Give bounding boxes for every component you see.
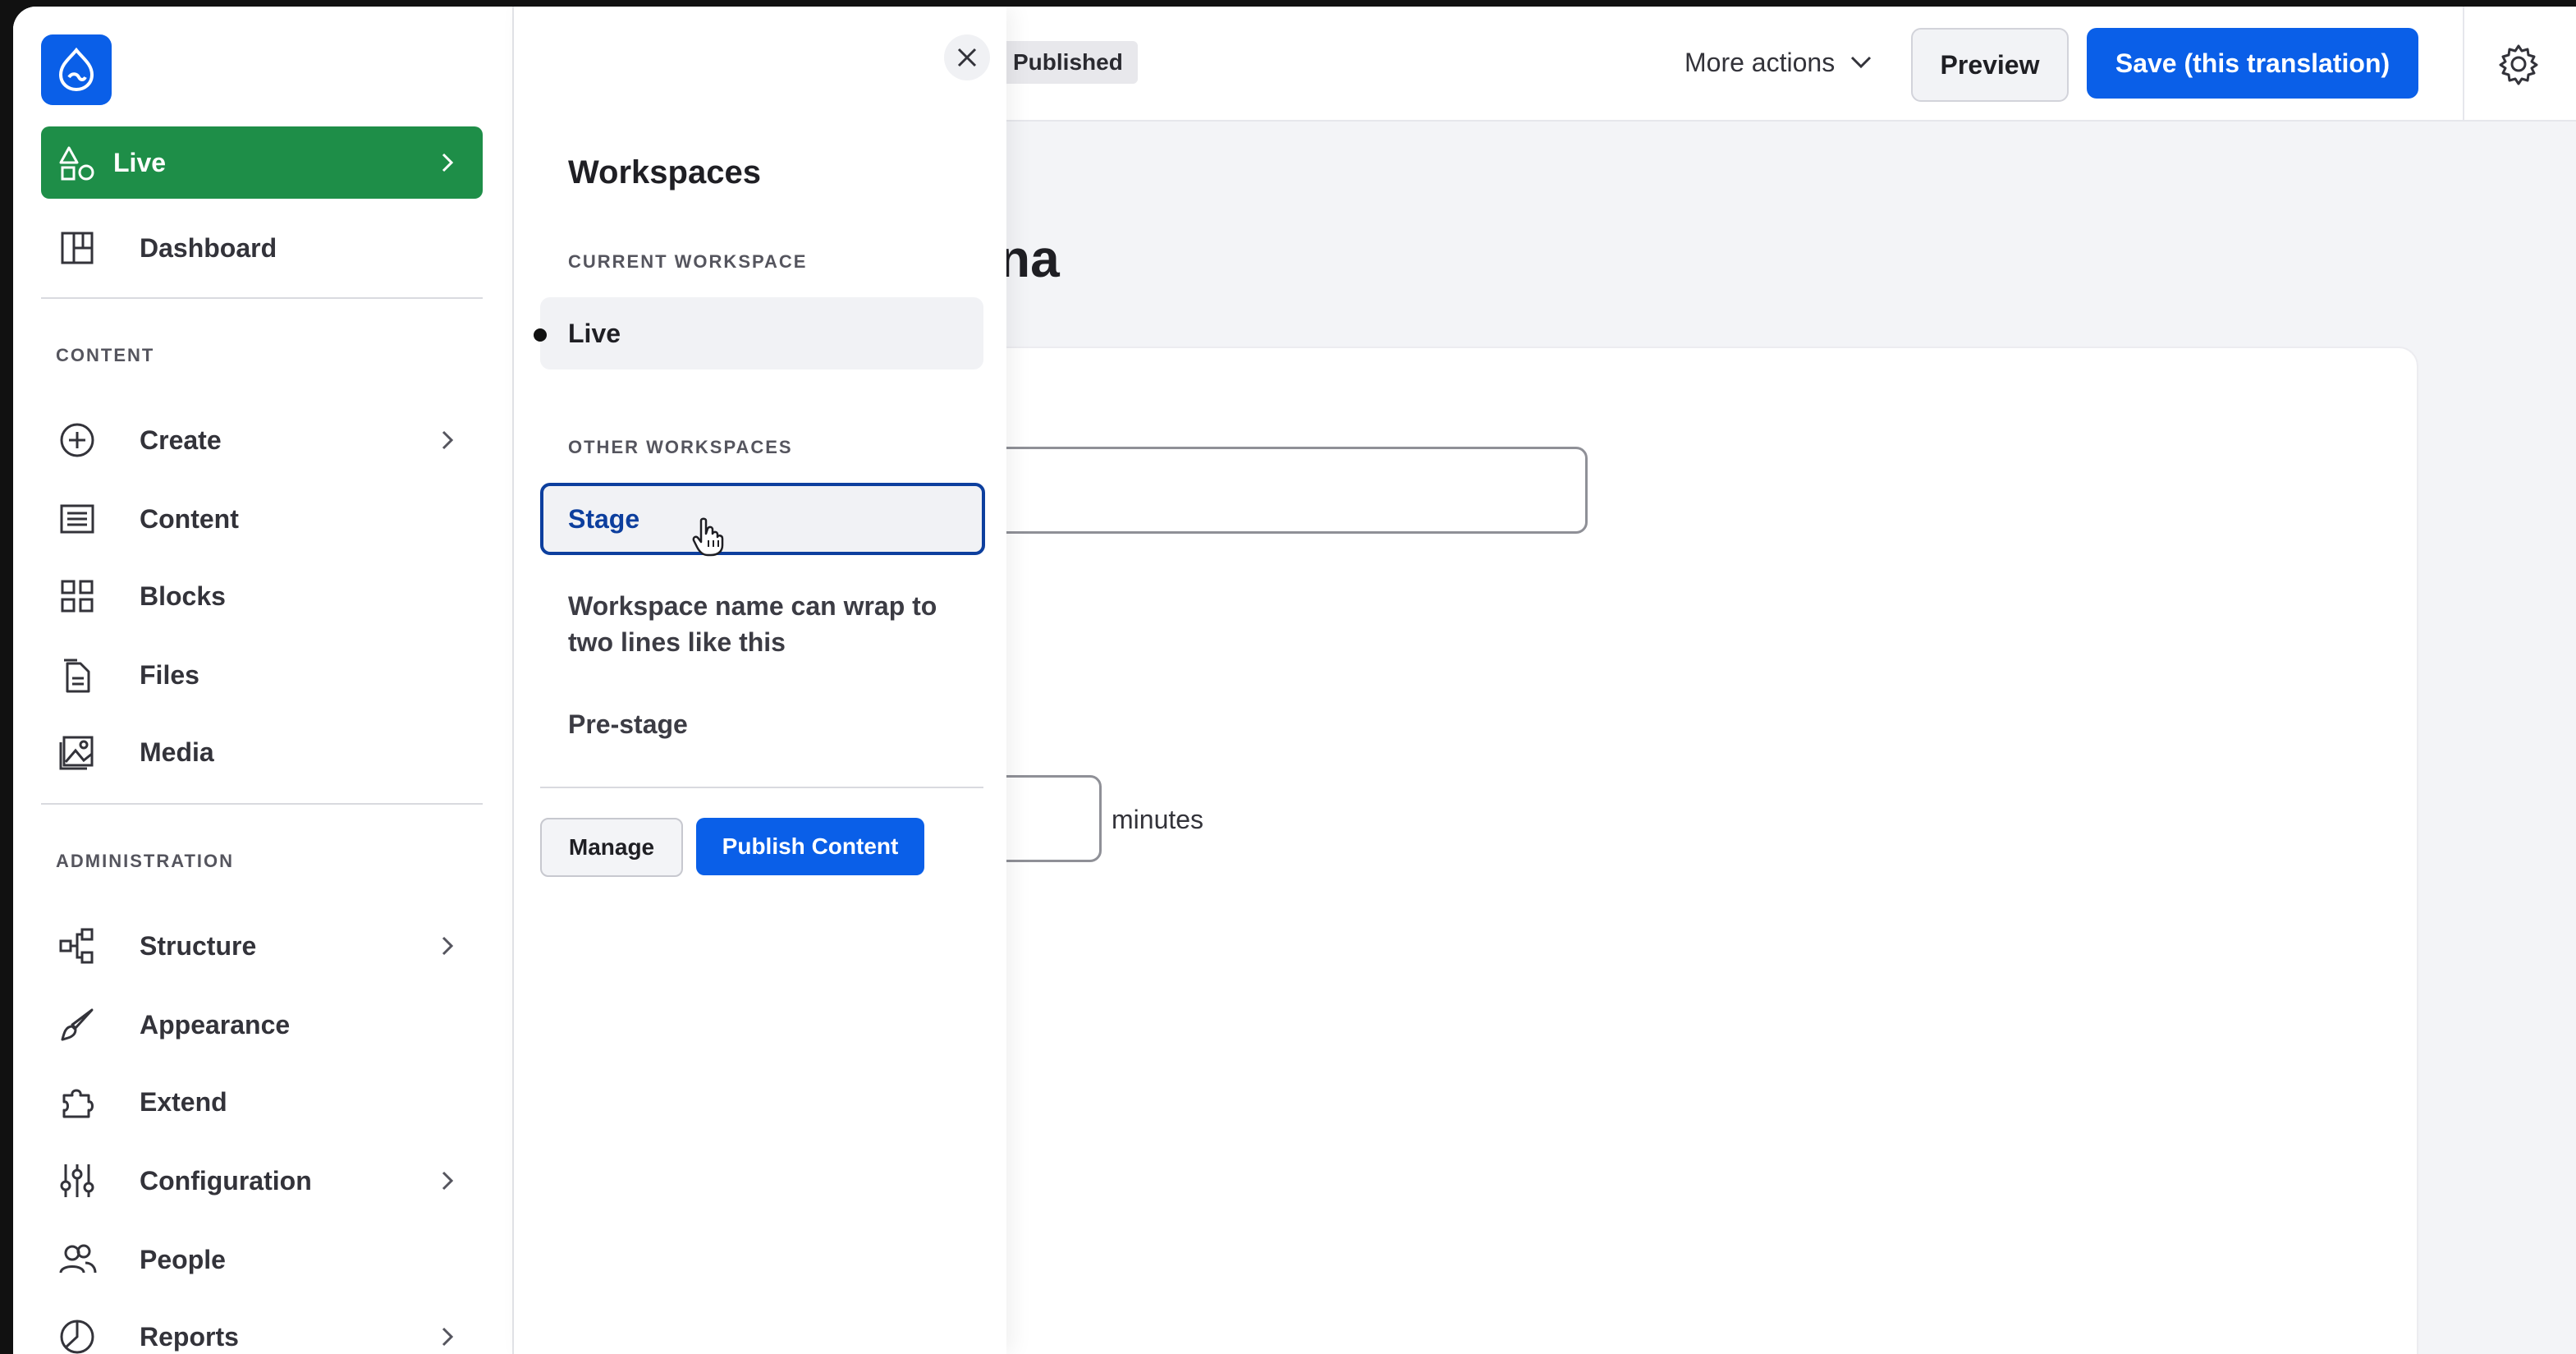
- sidebar-item-create[interactable]: Create: [41, 407, 483, 473]
- sidebar-item-content[interactable]: Content: [41, 486, 483, 552]
- sidebar-item-dashboard[interactable]: Dashboard: [41, 215, 483, 281]
- content-list-icon: [60, 504, 94, 534]
- sidebar-item-appearance[interactable]: Appearance: [41, 992, 483, 1058]
- sidebar-item-structure[interactable]: Structure: [41, 913, 483, 979]
- workspaces-panel: Workspaces CURRENT WORKSPACE Live OTHER …: [514, 7, 1006, 1354]
- text-field[interactable]: [949, 447, 1588, 534]
- panel-title: Workspaces: [568, 154, 761, 190]
- workspace-switcher-button[interactable]: Live: [41, 126, 483, 199]
- workspace-item-long-name[interactable]: Workspace name can wrap to two lines lik…: [568, 588, 962, 660]
- structure-icon: [59, 928, 94, 964]
- sidebar-item-label: Appearance: [140, 1009, 291, 1040]
- blocks-grid-icon: [61, 580, 94, 613]
- file-icon: [64, 659, 90, 693]
- toolbar-divider: [2463, 7, 2464, 120]
- manage-button[interactable]: Manage: [540, 818, 683, 877]
- dashboard-icon: [61, 232, 94, 264]
- sidebar-item-label: Blocks: [140, 581, 226, 611]
- hand-cursor-icon: [692, 517, 724, 557]
- puzzle-icon: [62, 1089, 94, 1118]
- sidebar-item-label: Create: [140, 425, 222, 455]
- section-heading-administration: ADMINISTRATION: [56, 851, 235, 871]
- sidebar-item-people[interactable]: People: [41, 1227, 483, 1292]
- publish-content-button[interactable]: Publish Content: [696, 818, 924, 875]
- more-actions-label: More actions: [1684, 47, 1836, 77]
- current-workspace-item: Live: [534, 297, 983, 369]
- sidebar-item-label: Structure: [140, 930, 257, 961]
- save-translation-button[interactable]: Save (this translation): [2087, 28, 2418, 99]
- plus-circle-icon: [60, 423, 94, 457]
- workspace-button-label: Live: [113, 148, 167, 177]
- drupal-logo[interactable]: [41, 34, 112, 105]
- sidebar-item-label: Content: [140, 503, 239, 534]
- sidebar-item-label: Configuration: [140, 1165, 312, 1196]
- sidebar: Live Dashboard CONTENT Create Content Bl…: [13, 7, 514, 1354]
- gear-icon[interactable]: [2497, 43, 2540, 85]
- sidebar-item-label: Media: [140, 737, 214, 767]
- sliders-icon: [60, 1164, 94, 1197]
- chevron-right-icon: [442, 430, 454, 450]
- paintbrush-icon: [61, 1008, 94, 1041]
- other-workspaces-heading: OTHER WORKSPACES: [568, 437, 793, 457]
- people-icon: [59, 1244, 97, 1274]
- sidebar-item-label: Extend: [140, 1086, 227, 1117]
- drupal-drop-icon: [58, 48, 94, 92]
- page-title: na: [998, 229, 1060, 288]
- chevron-right-icon: [442, 936, 454, 956]
- sidebar-divider: [41, 297, 483, 299]
- sidebar-item-extend[interactable]: Extend: [41, 1069, 483, 1135]
- sidebar-item-label: People: [140, 1244, 226, 1274]
- sidebar-item-configuration[interactable]: Configuration: [41, 1148, 483, 1214]
- current-workspace-heading: CURRENT WORKSPACE: [568, 251, 808, 272]
- chevron-down-icon: [1851, 56, 1872, 69]
- sidebar-divider: [41, 803, 483, 805]
- media-image-icon: [59, 736, 94, 770]
- chevron-right-icon: [442, 153, 454, 172]
- sidebar-item-media[interactable]: Media: [41, 719, 483, 785]
- close-button[interactable]: [944, 34, 990, 80]
- preview-button[interactable]: Preview: [1911, 28, 2069, 102]
- app-frame: Published More actions Preview Save (thi…: [13, 7, 2576, 1354]
- sidebar-item-label: Reports: [140, 1321, 239, 1352]
- workspace-item-stage[interactable]: Stage: [540, 483, 985, 555]
- sidebar-item-label: Dashboard: [140, 232, 277, 263]
- pie-chart-icon: [60, 1320, 94, 1354]
- sidebar-item-blocks[interactable]: Blocks: [41, 563, 483, 629]
- section-heading-content: CONTENT: [56, 345, 155, 365]
- field-suffix: minutes: [1112, 805, 1204, 834]
- current-workspace-label: Live: [568, 319, 621, 348]
- sidebar-item-files[interactable]: Files: [41, 642, 483, 708]
- shapes-icon: [59, 146, 94, 181]
- chevron-right-icon: [442, 1327, 454, 1347]
- close-icon: [957, 48, 977, 67]
- status-badge: Published: [998, 41, 1138, 84]
- sidebar-item-label: Files: [140, 659, 199, 690]
- active-dot-icon: [534, 328, 547, 342]
- workspace-item-label: Stage: [568, 504, 640, 534]
- workspace-item-pre-stage[interactable]: Pre-stage: [568, 706, 962, 742]
- chevron-right-icon: [442, 1171, 454, 1191]
- more-actions-dropdown[interactable]: More actions: [1684, 36, 1872, 89]
- panel-divider: [540, 787, 983, 788]
- sidebar-item-reports[interactable]: Reports: [41, 1304, 483, 1354]
